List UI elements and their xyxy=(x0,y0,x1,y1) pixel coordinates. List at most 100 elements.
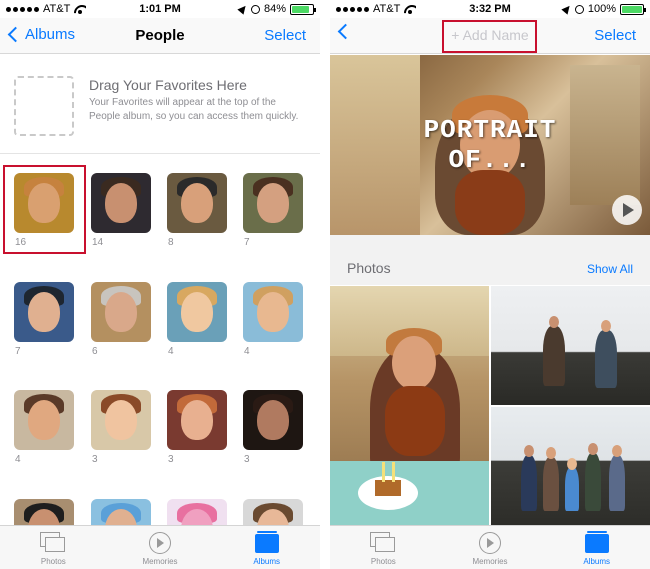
hero-dog xyxy=(455,170,525,235)
person-thumbnail[interactable] xyxy=(167,173,227,233)
photo-content xyxy=(588,443,598,455)
location-icon xyxy=(237,3,249,15)
select-button[interactable]: Select xyxy=(594,27,636,44)
person-face xyxy=(181,292,213,332)
albums-icon xyxy=(584,531,609,553)
favorites-placeholder xyxy=(14,76,74,136)
tab-albums[interactable]: Albums xyxy=(543,526,650,569)
person-detail-screen: AT&T 3:32 PM 100% + Add Name Select PORT… xyxy=(330,0,650,569)
person-photo-count: 6 xyxy=(92,346,98,357)
photo-content xyxy=(524,445,534,457)
person-thumbnail[interactable] xyxy=(91,390,151,450)
tab-label: Photos xyxy=(40,557,66,566)
photo-content xyxy=(567,458,577,470)
hero-title-line: OF... xyxy=(448,145,532,175)
tab-label: Albums xyxy=(583,557,611,566)
photo-content xyxy=(595,330,617,388)
battery-fill xyxy=(622,5,642,13)
person-thumbnail[interactable] xyxy=(243,173,303,233)
photo-content xyxy=(543,326,565,386)
photos-icon xyxy=(40,532,66,554)
alarm-icon xyxy=(250,4,260,14)
photo-thumbnail[interactable] xyxy=(491,407,650,525)
person-face xyxy=(105,400,137,440)
favorites-drop-zone[interactable]: Drag Your Favorites Here Your Favorites … xyxy=(0,55,320,154)
alarm-icon xyxy=(574,4,584,14)
tab-memories[interactable]: Memories xyxy=(437,526,544,569)
photo-content xyxy=(392,336,436,390)
photo-content xyxy=(375,480,401,496)
person-face xyxy=(257,292,289,332)
person-thumbnail[interactable] xyxy=(91,173,151,233)
photo-content xyxy=(543,457,559,511)
photo-thumbnail[interactable] xyxy=(491,286,650,405)
person-face xyxy=(181,400,213,440)
person-face xyxy=(105,183,137,223)
tab-label: Memories xyxy=(142,557,178,566)
memories-icon xyxy=(479,532,501,554)
battery-fill xyxy=(292,5,309,13)
person-thumbnail[interactable] xyxy=(243,390,303,450)
battery-percent: 84% xyxy=(263,3,286,15)
tab-label: Albums xyxy=(253,557,281,566)
show-all-link[interactable]: Show All xyxy=(587,262,633,276)
battery-percent: 100% xyxy=(587,3,616,15)
photo-thumbnail[interactable] xyxy=(330,286,489,525)
person-thumbnail[interactable] xyxy=(14,390,74,450)
person-face xyxy=(28,292,60,332)
albums-icon xyxy=(254,531,279,553)
person-photo-count: 4 xyxy=(168,346,174,357)
people-album-screen: AT&T 1:01 PM 84% Albums People Select Dr… xyxy=(0,0,320,569)
person-face xyxy=(28,400,60,440)
memory-video-hero[interactable]: PORTRAIT OF... xyxy=(330,55,650,235)
photo-content xyxy=(612,445,622,457)
tab-photos[interactable]: Photos xyxy=(330,526,437,569)
section-title: Photos xyxy=(347,260,391,276)
tab-bar: Photos Memories Albums xyxy=(330,525,650,569)
favorites-title: Drag Your Favorites Here xyxy=(89,77,247,93)
photo-content xyxy=(549,316,559,328)
status-bar: AT&T 1:01 PM 84% xyxy=(0,0,320,18)
person-face xyxy=(257,183,289,223)
tab-memories[interactable]: Memories xyxy=(107,526,214,569)
favorites-subtitle: Your Favorites will appear at the top of… xyxy=(89,97,299,122)
photo-content xyxy=(601,320,611,332)
person-photo-count: 7 xyxy=(244,237,250,248)
tab-label: Photos xyxy=(370,557,396,566)
person-thumbnail[interactable] xyxy=(91,282,151,342)
tab-label: Memories xyxy=(472,557,508,566)
highlight-box xyxy=(3,165,86,254)
person-face xyxy=(257,400,289,440)
photo-content xyxy=(565,467,579,511)
person-photo-count: 3 xyxy=(92,454,98,465)
photo-content xyxy=(585,453,601,511)
tab-bar: Photos Memories Albums xyxy=(0,525,320,569)
photo-content xyxy=(521,455,537,511)
person-photo-count: 8 xyxy=(168,237,174,248)
person-photo-count: 14 xyxy=(92,237,104,248)
person-photo-count: 3 xyxy=(244,454,250,465)
person-thumbnail[interactable] xyxy=(14,282,74,342)
nav-bar: Albums People Select xyxy=(0,18,320,54)
highlight-box xyxy=(442,20,537,53)
tab-photos[interactable]: Photos xyxy=(0,526,107,569)
battery-icon xyxy=(290,3,316,15)
person-face xyxy=(105,292,137,332)
play-button[interactable] xyxy=(612,195,642,225)
person-thumbnail[interactable] xyxy=(167,282,227,342)
photo-content xyxy=(392,462,395,482)
memories-icon xyxy=(149,532,171,554)
tab-albums[interactable]: Albums xyxy=(213,526,320,569)
location-icon xyxy=(561,3,573,15)
status-bar: AT&T 3:32 PM 100% xyxy=(330,0,650,18)
photos-section-header: Photos Show All xyxy=(330,235,650,285)
person-thumbnail[interactable] xyxy=(243,282,303,342)
photo-content xyxy=(546,447,556,459)
person-face xyxy=(181,183,213,223)
person-thumbnail[interactable] xyxy=(167,390,227,450)
photos-icon xyxy=(370,532,396,554)
select-button[interactable]: Select xyxy=(264,27,306,44)
person-photo-count: 4 xyxy=(244,346,250,357)
person-photo-count: 4 xyxy=(15,454,21,465)
hero-title: PORTRAIT OF... xyxy=(330,115,650,175)
